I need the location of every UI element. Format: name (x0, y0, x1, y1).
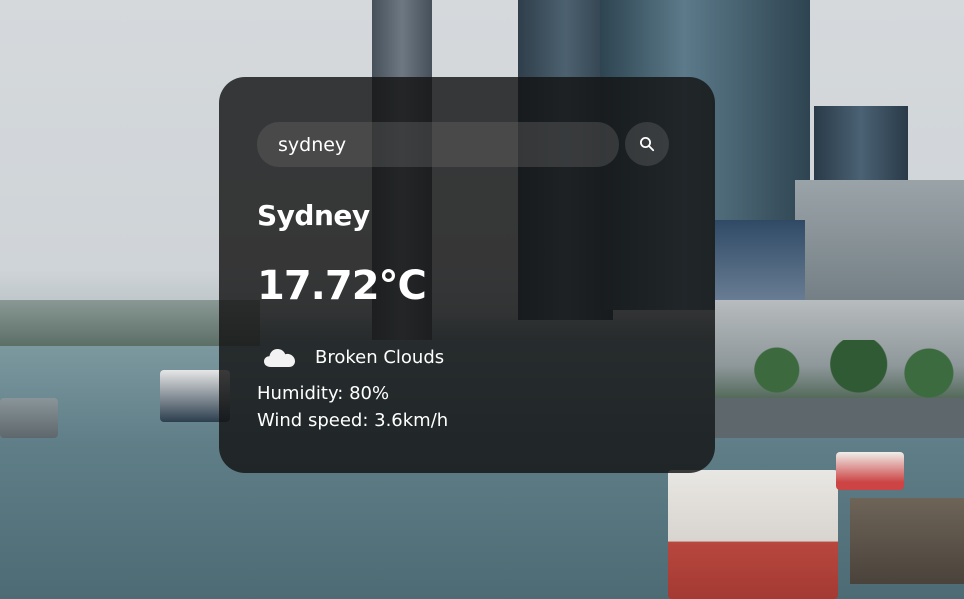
trees (730, 340, 964, 400)
weather-description-row: Broken Clouds (263, 342, 444, 372)
search-bar (257, 122, 669, 167)
city-name: Sydney (257, 199, 370, 232)
weather-card: Sydney 17.72°C Broken Clouds Humidity: 8… (219, 77, 715, 473)
wind-speed-text: Wind speed: 3.6km/h (257, 410, 449, 431)
dock (850, 498, 964, 584)
wharf (715, 398, 964, 438)
building (715, 220, 805, 310)
search-input[interactable] (257, 122, 619, 167)
navy-boat (0, 398, 58, 438)
weather-description: Broken Clouds (315, 346, 445, 368)
temperature: 17.72°C (257, 263, 427, 309)
cloud-icon (263, 345, 297, 369)
ferry-boat (836, 452, 904, 490)
ferry-boat (668, 470, 838, 599)
humidity-text: Humidity: 80% (257, 383, 390, 404)
search-button[interactable] (625, 122, 669, 166)
search-icon (639, 136, 655, 152)
